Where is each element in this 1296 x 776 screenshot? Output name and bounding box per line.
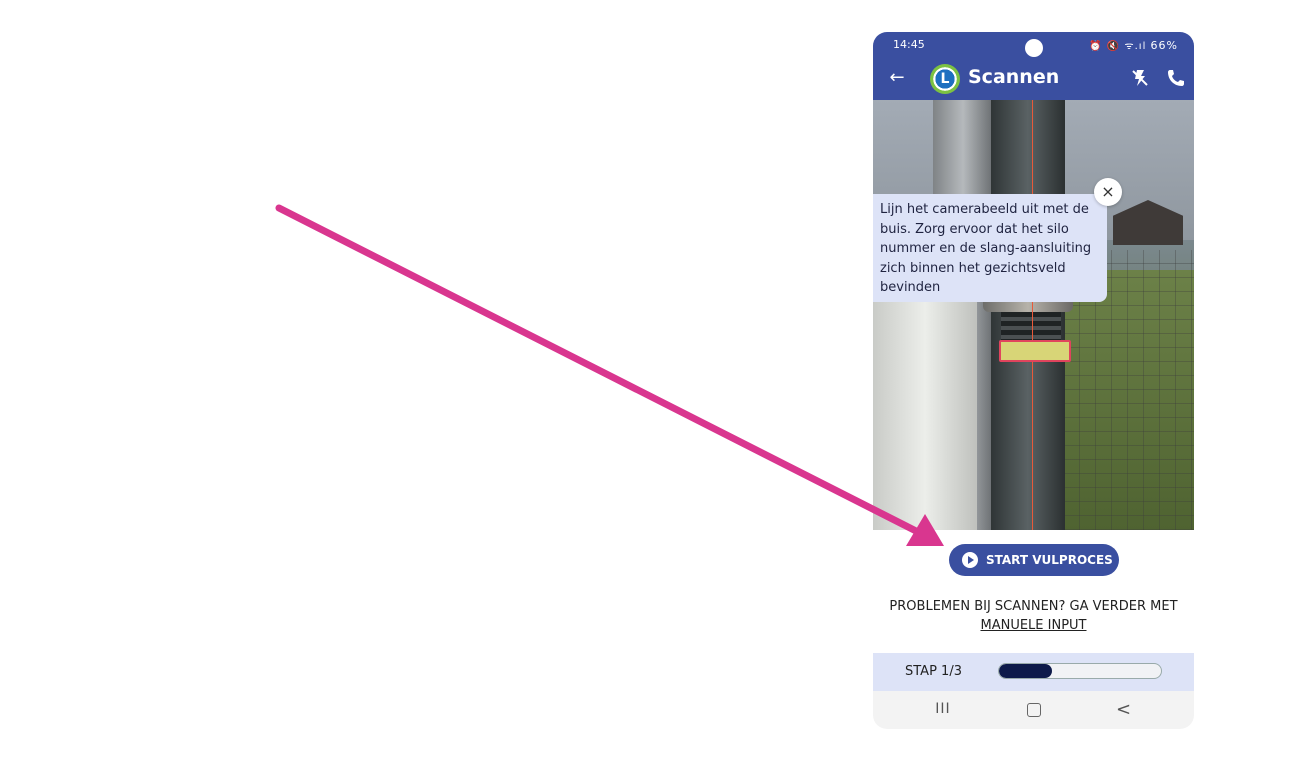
manual-input-link[interactable]: MANUELE INPUT [980, 618, 1086, 633]
tooltip-close-button[interactable]: × [1094, 178, 1122, 206]
phone-screen: 14:45 ⏰ 🔇 ᯤ.ıl 66% ← L Scannen × Lijn he… [873, 32, 1194, 729]
front-camera-icon [1025, 39, 1043, 57]
home-icon[interactable] [1027, 703, 1041, 717]
play-icon [962, 552, 978, 568]
detected-label-box [999, 340, 1071, 362]
progress-track [998, 663, 1162, 679]
start-button-label: START VULPROCES [986, 553, 1113, 567]
instruction-tooltip: Lijn het camerabeeld uit met de buis. Zo… [873, 194, 1107, 302]
tooltip-text: Lijn het camerabeeld uit met de buis. Zo… [880, 202, 1092, 295]
status-bar: 14:45 ⏰ 🔇 ᯤ.ıl 66% [873, 32, 1194, 58]
logo-letter: L [940, 71, 950, 87]
flash-off-icon[interactable] [1129, 67, 1151, 89]
status-time: 14:45 [893, 38, 925, 51]
nav-back-icon[interactable]: < [1116, 699, 1131, 720]
camera-preview[interactable]: × Lijn het camerabeeld uit met de buis. … [873, 100, 1194, 530]
recent-apps-icon[interactable]: III [933, 701, 953, 719]
problem-text-prefix: PROBLEMEN BIJ SCANNEN? GA VERDER MET [889, 599, 1178, 614]
status-icons: ⏰ 🔇 ᯤ.ıl 66% [1089, 38, 1178, 52]
battery-level: 66% [1150, 39, 1178, 52]
alignment-guide-line [1032, 100, 1033, 530]
phone-icon[interactable] [1165, 67, 1187, 89]
close-icon: × [1101, 182, 1115, 201]
start-vulproces-button[interactable]: START VULPROCES [949, 544, 1119, 576]
status-icon-glyphs: ⏰ 🔇 ᯤ.ıl [1089, 41, 1147, 52]
back-arrow-icon[interactable]: ← [885, 66, 909, 90]
app-bar: ← L Scannen [873, 58, 1194, 100]
scan-problem-text: PROBLEMEN BIJ SCANNEN? GA VERDER MET MAN… [873, 597, 1194, 635]
system-nav-bar: III < [873, 691, 1194, 729]
app-logo: L [930, 64, 960, 94]
progress-fill [999, 664, 1053, 678]
step-progress-bar: STAP 1/3 [873, 653, 1194, 691]
page-title: Scannen [968, 66, 1060, 88]
step-label: STAP 1/3 [905, 664, 962, 679]
